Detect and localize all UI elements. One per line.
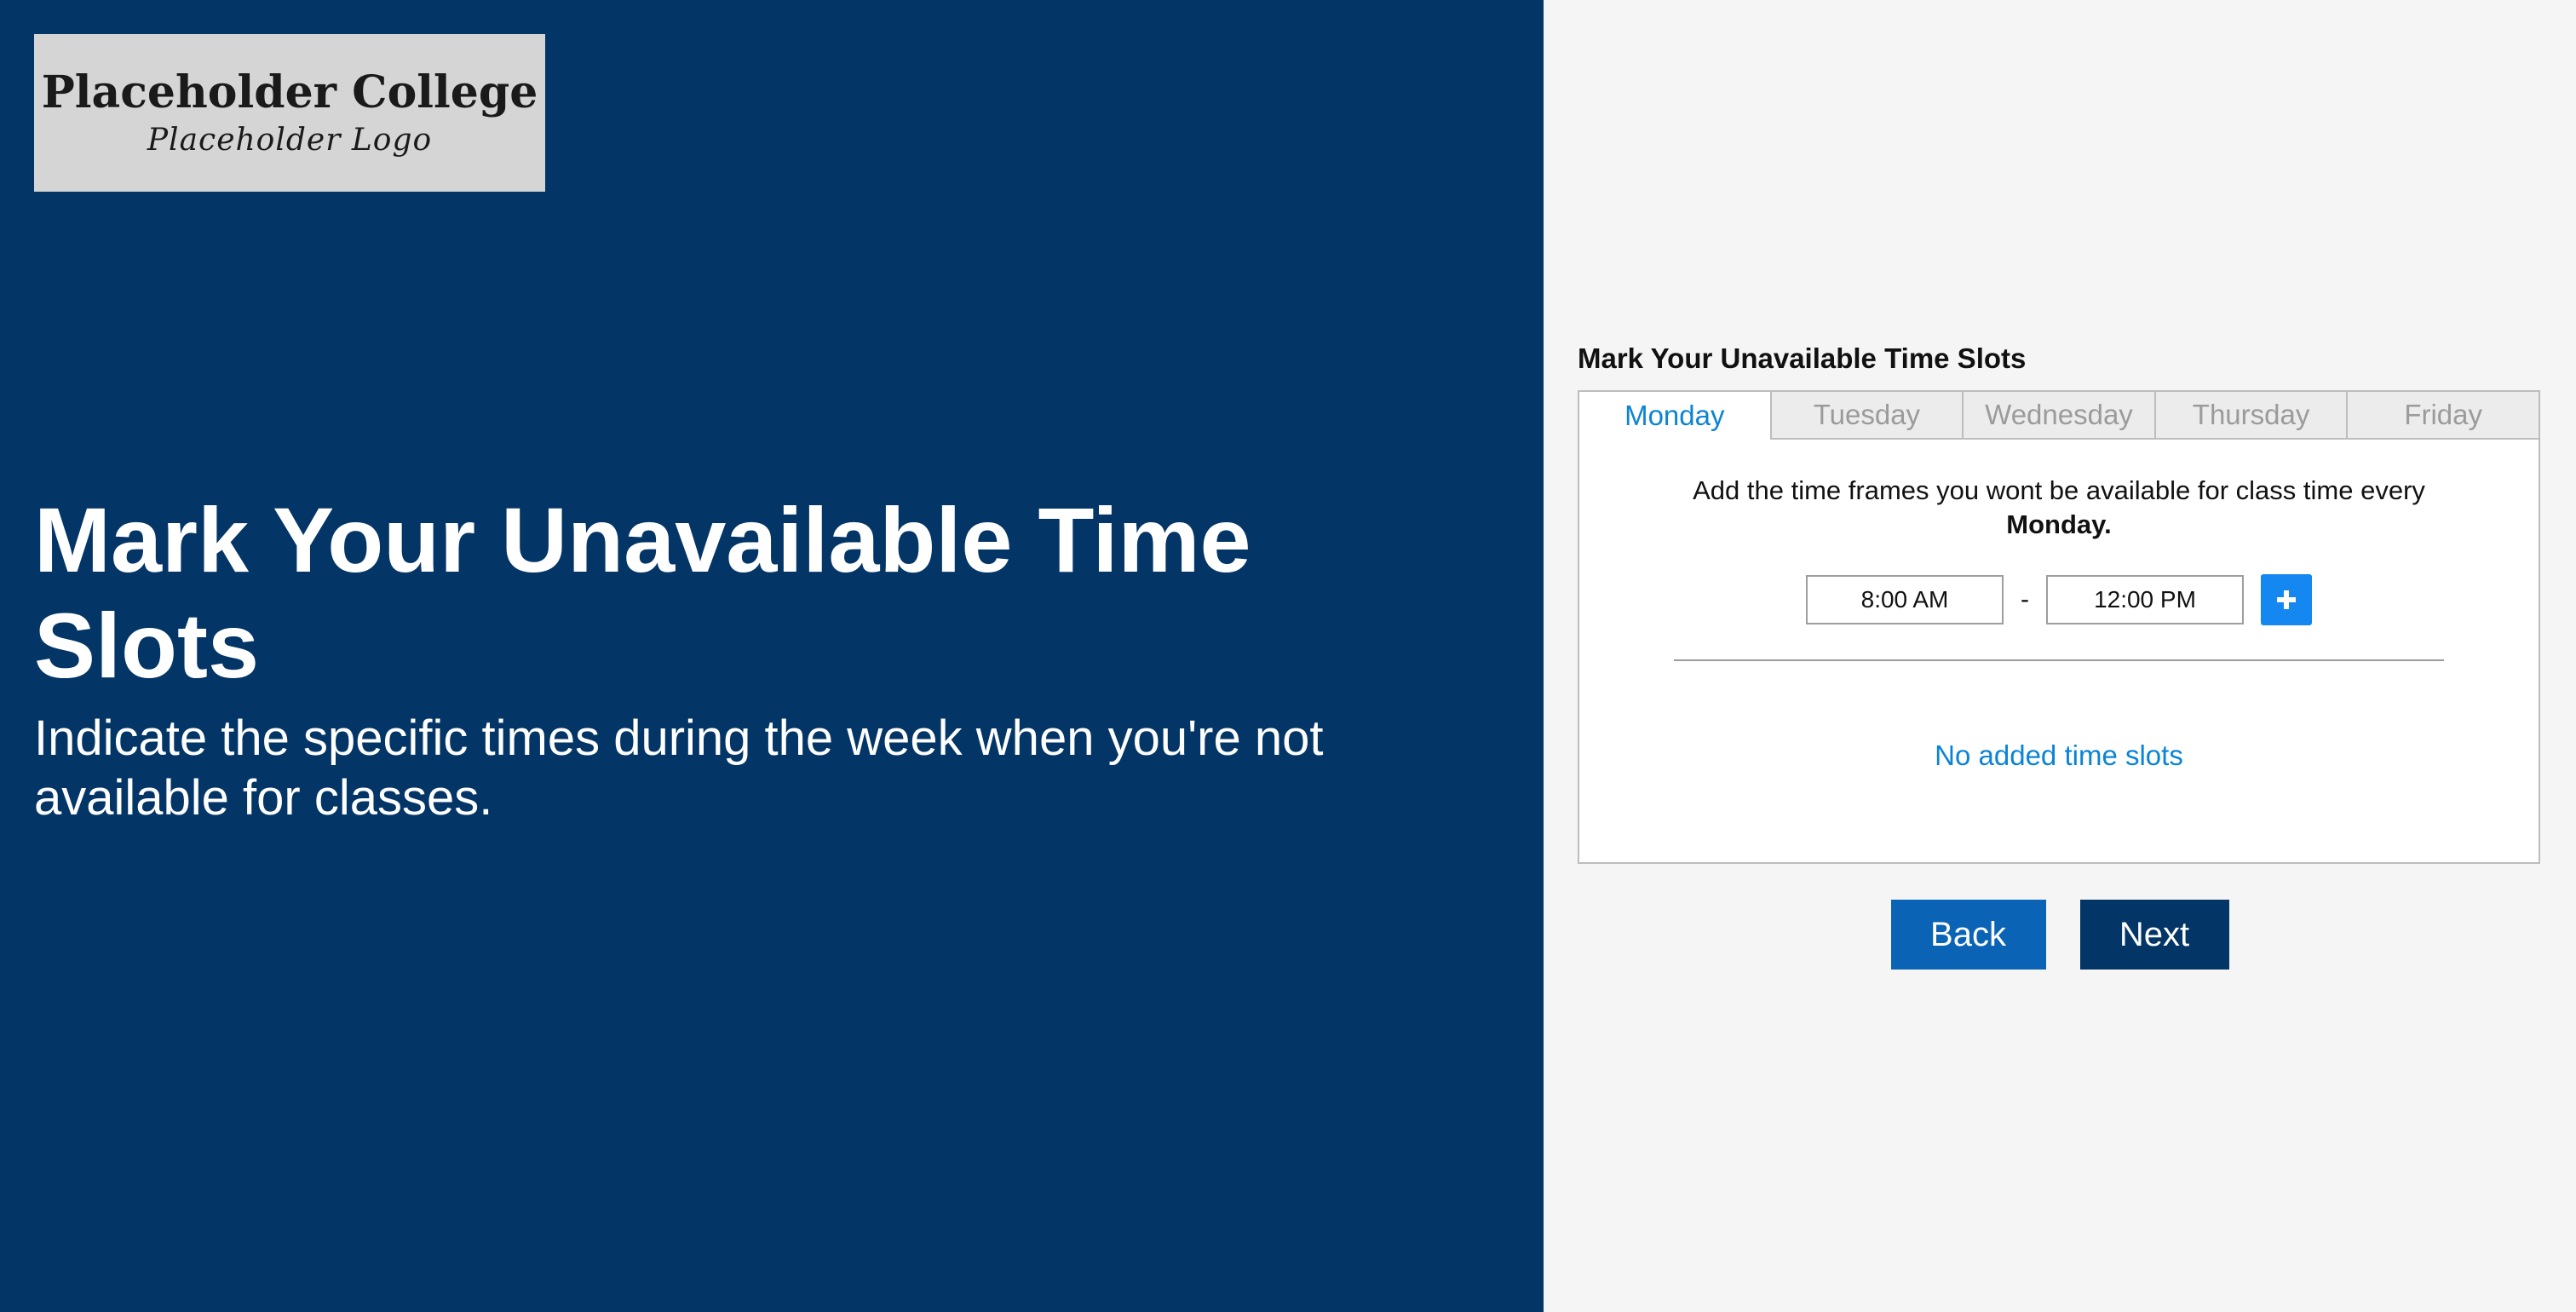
tab-friday[interactable]: Friday xyxy=(2346,392,2539,438)
selected-day: Monday. xyxy=(2006,509,2112,539)
time-range-row: - xyxy=(1579,574,2539,625)
time-slot-scheduler: Monday Tuesday Wednesday Thursday Friday… xyxy=(1578,390,2540,864)
empty-time-slots-message: No added time slots xyxy=(1935,739,2183,771)
tab-monday[interactable]: Monday xyxy=(1579,392,1770,440)
back-button[interactable]: Back xyxy=(1890,900,2046,970)
logo: Placeholder College Placeholder Logo xyxy=(34,34,545,192)
left-panel: Placeholder College Placeholder Logo Mar… xyxy=(0,0,1544,1312)
add-time-slot-button[interactable] xyxy=(2261,574,2312,625)
instructions: Add the time frames you wont be availabl… xyxy=(1579,474,2539,542)
hero-title: Mark Your Unavailable Time Slots xyxy=(34,488,1251,697)
logo-title: Placeholder College xyxy=(41,66,538,119)
page: Placeholder College Placeholder Logo Mar… xyxy=(0,0,2576,1312)
logo-subtitle: Placeholder Logo xyxy=(147,122,433,158)
time-separator: - xyxy=(2021,585,2029,613)
form-title: Mark Your Unavailable Time Slots xyxy=(1578,342,2027,374)
divider xyxy=(1674,659,2444,661)
right-panel: Mark Your Unavailable Time Slots Monday … xyxy=(1544,0,2576,1312)
day-tabs: Monday Tuesday Wednesday Thursday Friday xyxy=(1579,392,2539,440)
tab-tuesday[interactable]: Tuesday xyxy=(1769,392,1963,438)
navigation-buttons: Back Next xyxy=(1544,900,2576,970)
start-time-input[interactable] xyxy=(1806,575,2004,624)
tab-thursday[interactable]: Thursday xyxy=(2153,392,2347,438)
plus-icon xyxy=(2277,590,2296,609)
end-time-input[interactable] xyxy=(2046,575,2244,624)
tab-wednesday[interactable]: Wednesday xyxy=(1962,392,2154,438)
next-button[interactable]: Next xyxy=(2079,900,2229,970)
instructions-text: Add the time frames you wont be availabl… xyxy=(1693,475,2425,505)
hero-subtitle: Indicate the specific times during the w… xyxy=(34,711,1324,826)
